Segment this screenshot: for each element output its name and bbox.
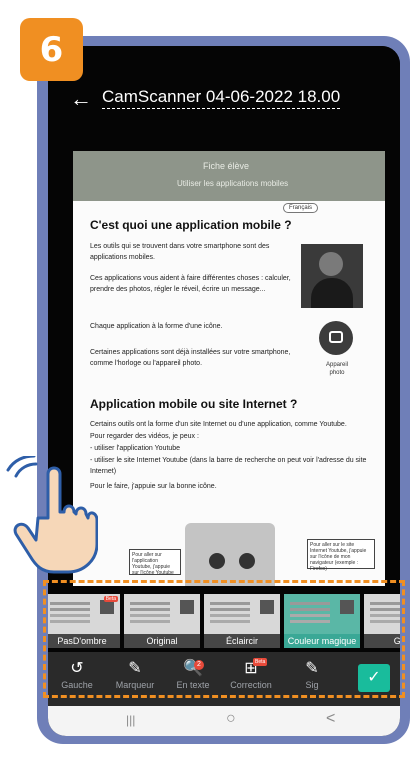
android-nav-bar: ||| ○ < (48, 706, 400, 736)
paragraph-4: Certaines applications sont déjà install… (90, 349, 291, 367)
document-banner: Fiche élève Utiliser les applications mo… (73, 151, 385, 201)
browser-icon (239, 553, 255, 569)
top-bar: ← CamScanner 04-06-2022 18.00 (48, 46, 400, 154)
youtube-app-icon (209, 553, 225, 569)
banner-title: Fiche élève (203, 161, 250, 171)
document-title[interactable]: CamScanner 04-06-2022 18.00 (102, 87, 341, 109)
bullet-2: - utiliser le site Internet Youtube (dan… (90, 457, 367, 475)
callout-left: Pour aller sur l'application Youtube, j'… (129, 549, 181, 576)
banner-subtitle: Utiliser les applications mobiles (177, 179, 289, 188)
person-photo (301, 244, 363, 308)
highlight-dashed-box (43, 580, 405, 698)
language-badge: Français (283, 203, 319, 213)
camera-label: Appareil photo (325, 362, 348, 376)
paragraph-6: Pour regarder des vidéos, je peux : (90, 433, 199, 440)
recent-apps-icon[interactable]: ||| (126, 713, 135, 727)
paragraph-7: Pour le faire, j'appuie sur la bonne icô… (90, 483, 217, 490)
document-heading-2: Application mobile ou site Internet ? (90, 397, 298, 411)
step-number-badge: 6 (20, 18, 83, 81)
document-heading-1: C'est quoi une application mobile ? (90, 218, 292, 232)
home-icon[interactable]: ○ (226, 710, 236, 728)
bullet-1: - utiliser l'application Youtube (90, 445, 181, 452)
paragraph-2: Ces applications vous aident à faire dif… (90, 275, 291, 293)
paragraph-3: Chaque application à la forme d'une icôn… (90, 323, 223, 330)
pointing-hand-icon (6, 456, 98, 574)
paragraph-1: Les outils qui se trouvent dans votre sm… (90, 243, 270, 261)
nav-back-icon[interactable]: < (326, 710, 335, 728)
camera-icon (319, 321, 353, 355)
callout-right: Pour aller sur le site Internet Youtube,… (307, 539, 375, 572)
paragraph-5: Certains outils ont la forme d'un site I… (90, 421, 347, 428)
back-arrow-icon[interactable]: ← (70, 88, 92, 110)
scanned-document: Fiche élève Utiliser les applications mo… (73, 151, 385, 614)
